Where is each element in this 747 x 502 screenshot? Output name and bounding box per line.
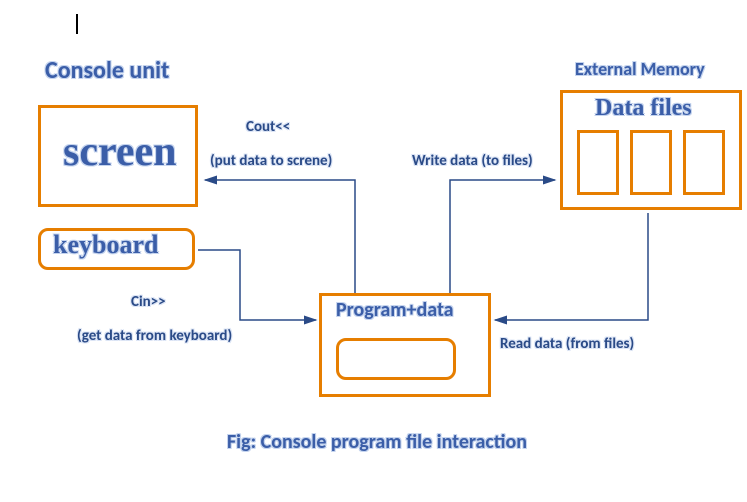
write-label: Write data (to files) (412, 152, 533, 170)
file-2 (630, 130, 672, 195)
internal-memory-box (336, 338, 456, 380)
read-label: Read data (from files) (500, 335, 634, 353)
external-memory-title: External Memory (575, 58, 705, 80)
cout-label: Cout<< (246, 118, 290, 136)
keyboard-label: keyboard (53, 230, 158, 260)
figure-caption: Fig: Console program file interaction (227, 430, 527, 454)
cin-sub-label: (get data from keyboard) (77, 327, 232, 345)
cin-label: Cin>> (131, 293, 166, 311)
file-3 (683, 130, 725, 195)
console-unit-title: Console unit (45, 56, 169, 85)
screen-label: screen (63, 128, 177, 176)
data-files-title: Data files (595, 95, 692, 122)
program-title: Program+data (336, 298, 454, 322)
cout-sub-label: (put data to screne) (210, 152, 332, 170)
file-1 (577, 130, 619, 195)
text-cursor (76, 14, 78, 34)
